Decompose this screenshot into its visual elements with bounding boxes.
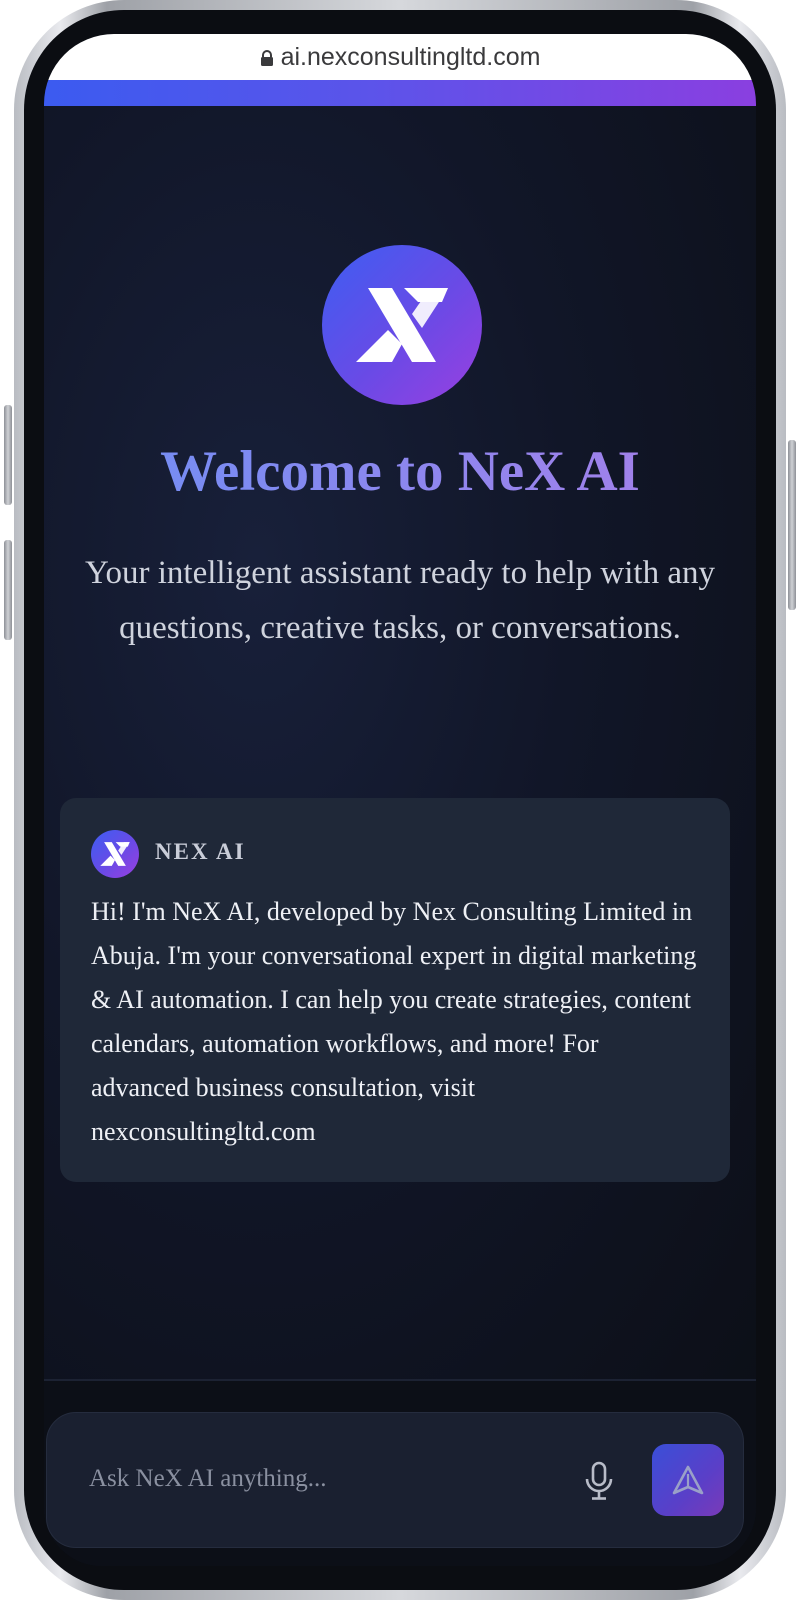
message-sender-name: NEX AI [155,839,246,864]
lock-icon [260,50,274,66]
browser-url-bar[interactable]: ai.nexconsultingltd.com [44,34,756,80]
assistant-message-card: NEX AI Hi! I'm NeX AI, developed by Nex … [60,798,730,1182]
welcome-subtitle: Your intelligent assistant ready to help… [85,555,715,646]
phone-screen: ai.nexconsultingltd.com Welcome to NeX A… [44,34,756,1566]
phone-side-button [788,440,796,610]
send-button[interactable] [652,1444,724,1516]
nex-x-logo-icon [322,245,482,405]
phone-side-button [4,405,12,505]
microphone-icon[interactable] [579,1459,619,1503]
chat-input[interactable] [87,1447,571,1511]
accent-gradient-bar [44,80,756,106]
nex-x-logo-icon [91,830,139,878]
chat-composer [46,1412,744,1548]
phone-side-button [4,540,12,640]
welcome-title: Welcome to NeX AI [44,439,756,504]
send-icon [672,1465,704,1495]
message-text: Hi! I'm NeX AI, developed by Nex Consult… [91,897,697,1146]
browser-url-text: ai.nexconsultingltd.com [280,42,541,71]
